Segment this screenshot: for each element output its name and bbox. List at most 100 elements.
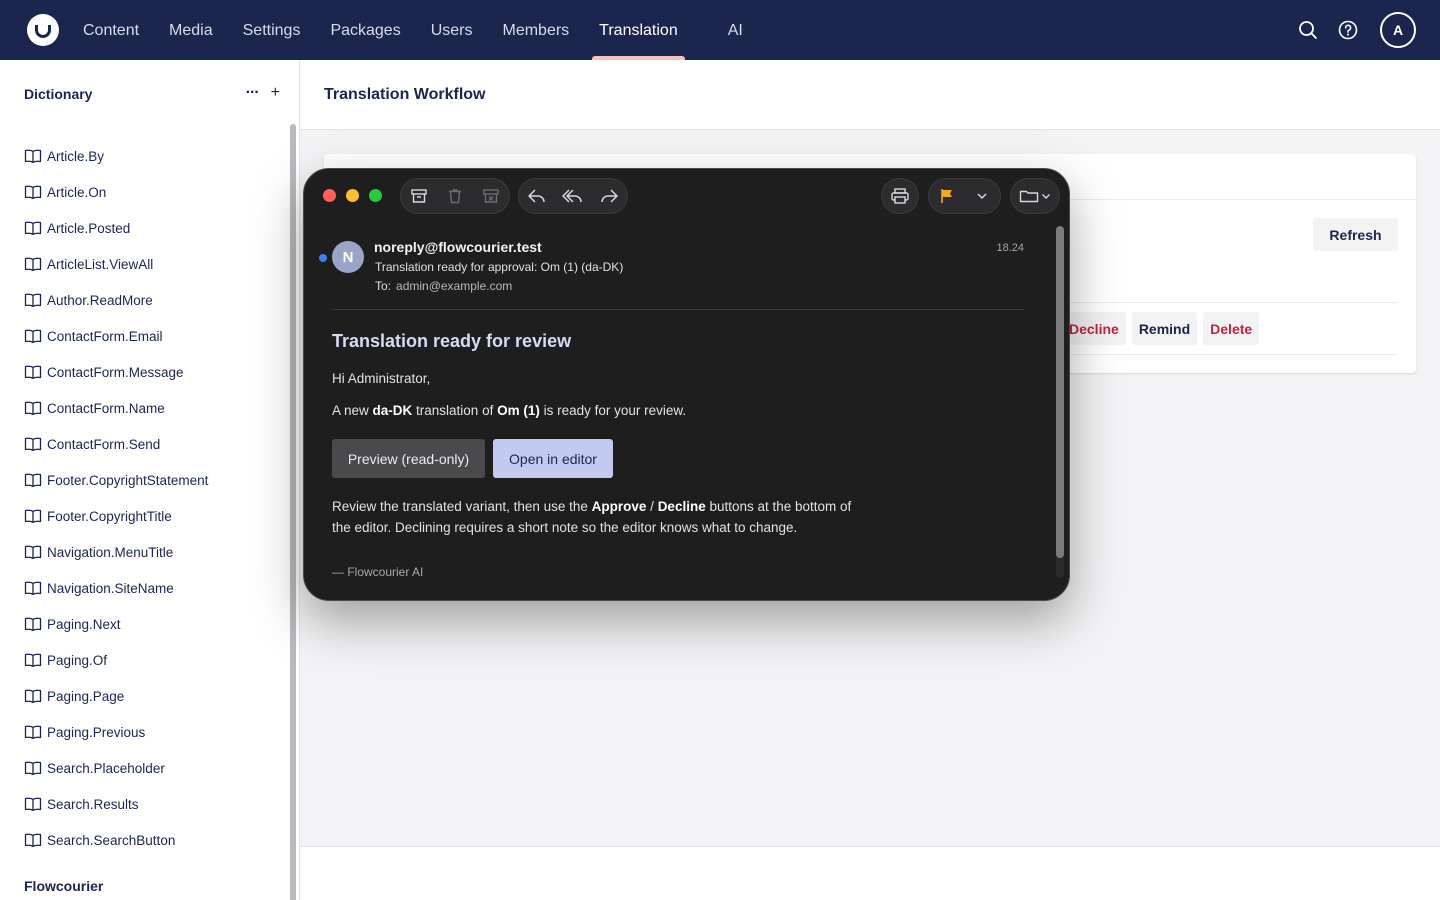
book-icon [24, 509, 42, 523]
dictionary-item[interactable]: Navigation.MenuTitle [24, 534, 208, 570]
dictionary-item[interactable]: Paging.Previous [24, 714, 208, 750]
dictionary-item-label: Article.Posted [47, 220, 131, 236]
refresh-button[interactable]: Refresh [1313, 218, 1398, 251]
sender-avatar: N [332, 241, 364, 273]
nav-content[interactable]: Content [68, 0, 154, 60]
flag-icon[interactable] [929, 178, 965, 214]
dictionary-item-label: Paging.Previous [47, 724, 146, 740]
book-icon [24, 617, 42, 631]
open-in-editor-button[interactable]: Open in editor [493, 439, 613, 478]
reply-icon[interactable] [519, 178, 555, 214]
dictionary-item[interactable]: ContactForm.Email [24, 318, 208, 354]
mail-move-group [1010, 178, 1060, 214]
mail-time: 18.24 [996, 242, 1024, 254]
book-icon [24, 653, 42, 667]
workflow-row-actions: Decline Remind Delete [1062, 312, 1260, 345]
nav-packages[interactable]: Packages [315, 0, 415, 60]
dictionary-item-label: ContactForm.Email [47, 328, 163, 344]
archive-icon[interactable] [401, 178, 437, 214]
dictionary-item[interactable]: Article.Posted [24, 210, 208, 246]
mail-scrollbar[interactable] [1056, 226, 1064, 558]
recipient-address[interactable]: admin@example.com [396, 279, 512, 293]
book-icon [24, 149, 42, 163]
nav-ai[interactable]: AI [713, 0, 758, 60]
mail-reply-group [518, 178, 628, 214]
trash-icon[interactable] [437, 178, 473, 214]
book-icon [24, 365, 42, 379]
decline-button[interactable]: Decline [1062, 312, 1126, 345]
book-icon [24, 689, 42, 703]
mail-recipient: To: admin@example.com [375, 279, 512, 293]
dictionary-item-label: Search.Placeholder [47, 760, 165, 776]
sidebar-scrollbar[interactable] [290, 124, 296, 900]
preview-read-only-button[interactable]: Preview (read-only) [332, 439, 485, 478]
delete-button[interactable]: Delete [1203, 312, 1260, 345]
header-actions: A [1292, 12, 1416, 48]
dictionary-item[interactable]: Article.By [24, 138, 208, 174]
close-window-icon[interactable] [323, 189, 336, 202]
dictionary-item[interactable]: ContactForm.Send [24, 426, 208, 462]
dictionary-item-label: Navigation.MenuTitle [47, 544, 174, 560]
dictionary-item[interactable]: Search.SearchButton [24, 822, 208, 858]
zoom-window-icon[interactable] [369, 189, 382, 202]
dictionary-item[interactable]: Paging.Page [24, 678, 208, 714]
dictionary-item[interactable]: ContactForm.Name [24, 390, 208, 426]
dictionary-item-label: Search.Results [47, 796, 139, 812]
mail-intro: A new da-DK translation of Om (1) is rea… [332, 403, 687, 418]
book-icon [24, 401, 42, 415]
sidebar: Dictionary ··· + Article.By Article.On Art… [0, 60, 300, 900]
help-icon[interactable] [1332, 12, 1364, 48]
nav-translation[interactable]: Translation [584, 0, 693, 60]
mail-greeting: Hi Administrator, [332, 371, 431, 386]
junk-icon[interactable] [473, 178, 509, 214]
search-icon[interactable] [1292, 12, 1324, 48]
forward-icon[interactable] [591, 178, 627, 214]
nav-users[interactable]: Users [416, 0, 488, 60]
remind-button[interactable]: Remind [1131, 312, 1198, 345]
more-options-icon[interactable]: ··· [246, 84, 260, 102]
dictionary-item[interactable]: Article.On [24, 174, 208, 210]
sender-address[interactable]: noreply@flowcourier.test [374, 239, 542, 255]
print-icon[interactable] [882, 178, 918, 214]
nav-members[interactable]: Members [487, 0, 584, 60]
chevron-down-icon[interactable] [965, 178, 1001, 214]
book-icon [24, 797, 42, 811]
umbraco-logo[interactable] [27, 14, 59, 46]
divider [332, 309, 1024, 310]
dictionary-item-label: Footer.CopyrightStatement [47, 472, 209, 488]
divider [1054, 354, 1398, 355]
dictionary-item[interactable]: Search.Placeholder [24, 750, 208, 786]
dictionary-item[interactable]: ArticleList.ViewAll [24, 246, 208, 282]
dictionary-item-label: Footer.CopyrightTitle [47, 508, 172, 524]
dictionary-item[interactable]: Paging.Next [24, 606, 208, 642]
book-icon [24, 329, 42, 343]
dictionary-item-label: ContactForm.Name [47, 400, 165, 416]
mail-print-group [881, 178, 919, 214]
book-icon [24, 257, 42, 271]
dictionary-item-label: Search.SearchButton [47, 832, 176, 848]
sidebar-section-flowcourier[interactable]: Flowcourier [24, 878, 103, 894]
main-nav: Content Media Settings Packages Users Me… [68, 0, 758, 60]
mail-signature: — Flowcourier AI [332, 565, 424, 579]
dictionary-item[interactable]: Search.Results [24, 786, 208, 822]
folder-icon[interactable] [1019, 188, 1051, 204]
user-avatar[interactable]: A [1380, 12, 1416, 48]
minimize-window-icon[interactable] [346, 189, 359, 202]
mail-heading: Translation ready for review [332, 331, 572, 351]
dictionary-item[interactable]: Footer.CopyrightStatement [24, 462, 208, 498]
main-header: Translation Workflow [300, 60, 1440, 130]
nav-settings[interactable]: Settings [228, 0, 316, 60]
dictionary-tree: Article.By Article.On Article.Posted Articl… [24, 138, 208, 858]
nav-media[interactable]: Media [154, 0, 228, 60]
book-icon [24, 473, 42, 487]
sidebar-title[interactable]: Dictionary [24, 86, 280, 102]
dictionary-item-label: Paging.Page [47, 688, 125, 704]
add-icon[interactable]: + [271, 84, 280, 102]
dictionary-item[interactable]: Author.ReadMore [24, 282, 208, 318]
dictionary-item[interactable]: ContactForm.Message [24, 354, 208, 390]
dictionary-item[interactable]: Footer.CopyrightTitle [24, 498, 208, 534]
reply-all-icon[interactable] [555, 178, 591, 214]
mail-subject: Translation ready for approval: Om (1) (… [375, 260, 624, 274]
dictionary-item[interactable]: Paging.Of [24, 642, 208, 678]
dictionary-item[interactable]: Navigation.SiteName [24, 570, 208, 606]
